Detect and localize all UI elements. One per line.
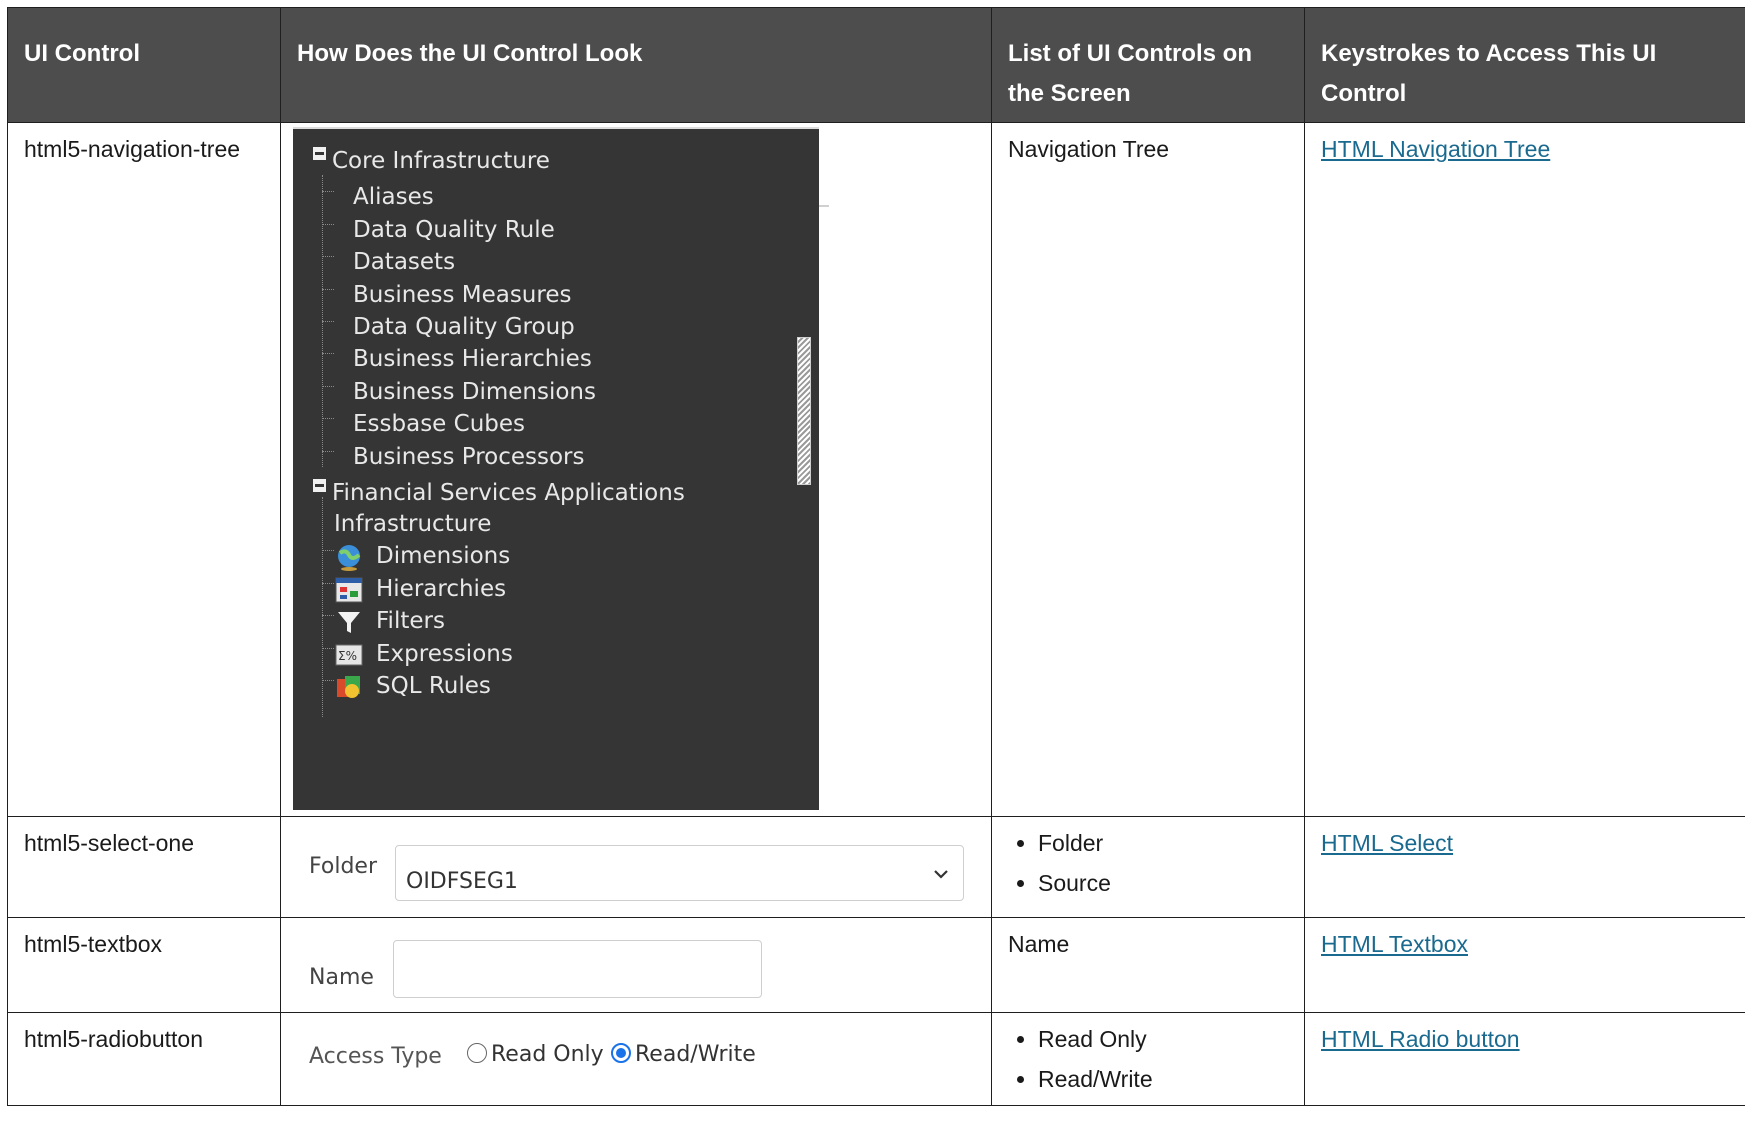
list-item: Name — [1008, 931, 1070, 957]
control-look-cell: Name — [280, 917, 992, 1013]
table-row: html5-textbox Name Name HTML Textbox — [7, 917, 1745, 1013]
name-textbox[interactable] — [393, 940, 762, 998]
control-list-cell: Navigation Tree — [991, 122, 1305, 817]
control-name: html5-radiobutton — [7, 1012, 281, 1106]
name-label: Name — [309, 965, 374, 990]
table-row: html5-radiobutton Access Type Read Only … — [7, 1012, 1745, 1106]
tree-node-label: Expressions — [376, 641, 513, 667]
scrollbar[interactable] — [797, 337, 811, 485]
control-look-cell: Folder OIDFSEG1 — [280, 816, 992, 918]
table-row: html5-navigation-tree Core Infrastructur… — [7, 122, 1745, 817]
filter-icon — [338, 611, 360, 633]
link-html-navigation-tree[interactable]: HTML Navigation Tree — [1321, 136, 1550, 162]
list-item: Source — [1038, 863, 1288, 903]
radio-read-write[interactable]: Read/Write — [611, 1035, 756, 1075]
control-list-cell: Name — [991, 917, 1305, 1013]
link-html-textbox[interactable]: HTML Textbox — [1321, 931, 1468, 957]
folder-label: Folder — [309, 854, 377, 879]
tree-node-label: Filters — [376, 608, 445, 634]
sql-rules-icon — [337, 675, 360, 698]
list-item: Read Only — [1038, 1019, 1288, 1059]
radio-read-write-label: Read/Write — [635, 1042, 756, 1067]
navigation-tree-sample: Core Infrastructure Aliases Data Quality R… — [293, 127, 829, 810]
tree-node-label: Financial Services Applications — [332, 480, 685, 506]
control-list-cell: Folder Source — [991, 816, 1305, 918]
control-name: html5-navigation-tree — [7, 122, 281, 817]
radio-read-only[interactable]: Read Only — [467, 1035, 604, 1075]
header-how-look: How Does the UI Control Look — [280, 7, 992, 123]
list-item: Navigation Tree — [1008, 136, 1170, 162]
expression-icon: Σ% — [335, 644, 363, 665]
control-look-cell: Access Type Read Only Read/Write — [280, 1012, 992, 1106]
collapse-icon[interactable] — [313, 147, 326, 160]
link-html-select[interactable]: HTML Select — [1321, 830, 1453, 856]
tree-node-label: Dimensions — [376, 543, 511, 569]
tree-node-label: SQL Rules — [376, 673, 491, 699]
collapse-icon[interactable] — [313, 479, 326, 492]
tree-node-business-processors[interactable]: Business Processors — [353, 437, 585, 477]
svg-text:Σ%: Σ% — [338, 649, 357, 663]
chevron-down-icon — [934, 870, 948, 879]
globe-icon — [338, 544, 361, 571]
folder-select-value: OIDFSEG1 — [406, 869, 518, 894]
folder-select[interactable]: OIDFSEG1 — [395, 845, 964, 901]
radio-read-only-circle[interactable] — [467, 1043, 487, 1063]
radio-read-only-label: Read Only — [491, 1042, 604, 1067]
ui-controls-table: UI Control How Does the UI Control Look … — [7, 7, 1745, 1106]
keystroke-cell: HTML Navigation Tree — [1304, 122, 1745, 817]
keystroke-cell: HTML Textbox — [1304, 917, 1745, 1013]
keystroke-cell: HTML Radio button — [1304, 1012, 1745, 1106]
header-keystrokes: Keystrokes to Access This UI Control — [1304, 7, 1745, 123]
control-name: html5-select-one — [7, 816, 281, 918]
tree-node-sql-rules[interactable]: SQL Rules — [334, 666, 491, 706]
tree-node-label: Core Infrastructure — [332, 148, 550, 174]
list-item: Folder — [1038, 823, 1288, 863]
keystroke-cell: HTML Select — [1304, 816, 1745, 918]
radio-read-write-circle[interactable] — [611, 1043, 631, 1063]
header-ui-control: UI Control — [7, 7, 281, 123]
access-type-label: Access Type — [309, 1044, 442, 1069]
control-look-cell: Core Infrastructure Aliases Data Quality R… — [280, 122, 992, 817]
tree-node-label: Hierarchies — [376, 576, 507, 602]
control-list-cell: Read Only Read/Write — [991, 1012, 1305, 1106]
tree-node-core-infrastructure[interactable]: Core Infrastructure — [313, 141, 550, 181]
header-list-controls: List of UI Controls on the Screen — [991, 7, 1305, 123]
link-html-radio-button[interactable]: HTML Radio button — [1321, 1026, 1520, 1052]
table-header-row: UI Control How Does the UI Control Look … — [7, 7, 1745, 123]
list-item: Read/Write — [1038, 1059, 1288, 1099]
hierarchy-icon — [335, 577, 363, 602]
table-row: html5-select-one Folder OIDFSEG1 Folder … — [7, 816, 1745, 918]
control-name: html5-textbox — [7, 917, 281, 1013]
